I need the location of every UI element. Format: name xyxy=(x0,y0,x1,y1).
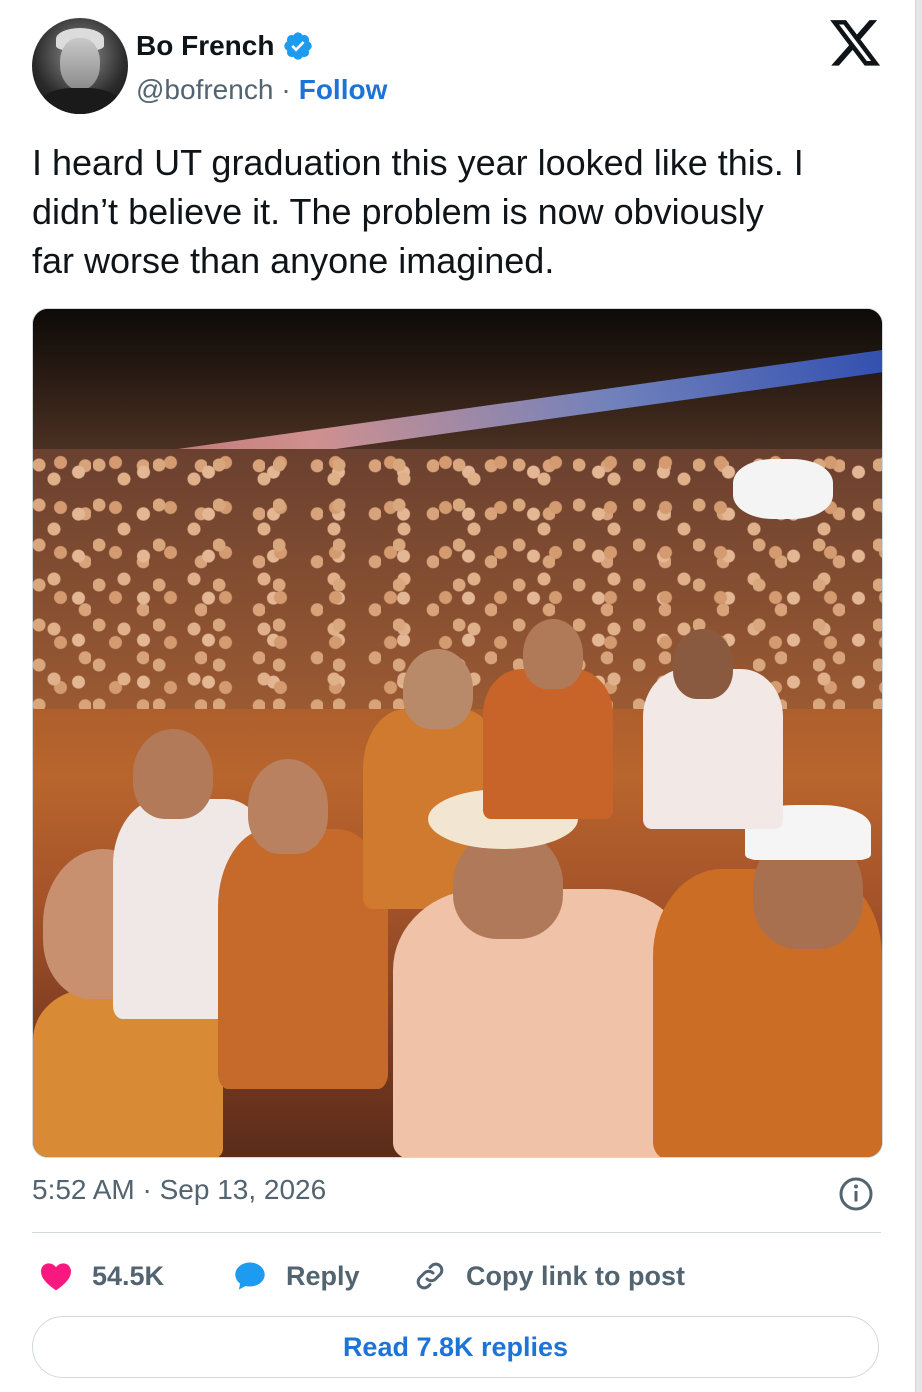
crowd-figure xyxy=(248,759,328,854)
crowd-figure xyxy=(483,669,613,819)
verified-badge-icon xyxy=(284,32,313,60)
author-handle-row: @bofrench · Follow xyxy=(136,74,387,106)
speech-bubble-icon xyxy=(235,1262,265,1290)
author-display-name[interactable]: Bo French xyxy=(136,30,274,62)
handle-separator: · xyxy=(281,74,291,105)
like-count: 54.5K xyxy=(92,1260,165,1291)
avatar-face xyxy=(60,38,100,90)
x-logo-icon[interactable] xyxy=(830,20,882,68)
like-button[interactable]: 54.5K xyxy=(38,1254,164,1298)
divider xyxy=(32,1232,881,1233)
author-handle[interactable]: @bofrench xyxy=(136,74,273,106)
copy-link-button[interactable]: Copy link to post xyxy=(412,1254,685,1298)
tweet-text: I heard UT graduation this year looked l… xyxy=(32,142,804,281)
heart-icon xyxy=(41,1263,71,1291)
crowd-figure xyxy=(673,629,733,699)
avatar-suit xyxy=(40,88,120,114)
tweet-timestamp[interactable]: 5:52 AM · Sep 13, 2026 xyxy=(32,1174,326,1206)
reply-label: Reply xyxy=(286,1260,360,1291)
read-replies-button[interactable]: Read 7.8K replies xyxy=(32,1316,879,1378)
crowd-figure xyxy=(133,729,213,819)
reply-button[interactable]: Reply xyxy=(232,1254,360,1298)
avatar[interactable] xyxy=(32,18,128,114)
follow-button[interactable]: Follow xyxy=(299,74,388,106)
window-edge xyxy=(915,0,922,1392)
tweet-photo[interactable] xyxy=(32,308,883,1158)
author-name-row: Bo French xyxy=(136,30,314,62)
info-icon[interactable] xyxy=(838,1176,874,1212)
link-icon xyxy=(416,1262,444,1290)
crowd-figure xyxy=(403,649,473,729)
crowd-figure xyxy=(523,619,583,689)
crowd-figure xyxy=(733,459,833,519)
copy-link-label: Copy link to post xyxy=(466,1260,685,1291)
